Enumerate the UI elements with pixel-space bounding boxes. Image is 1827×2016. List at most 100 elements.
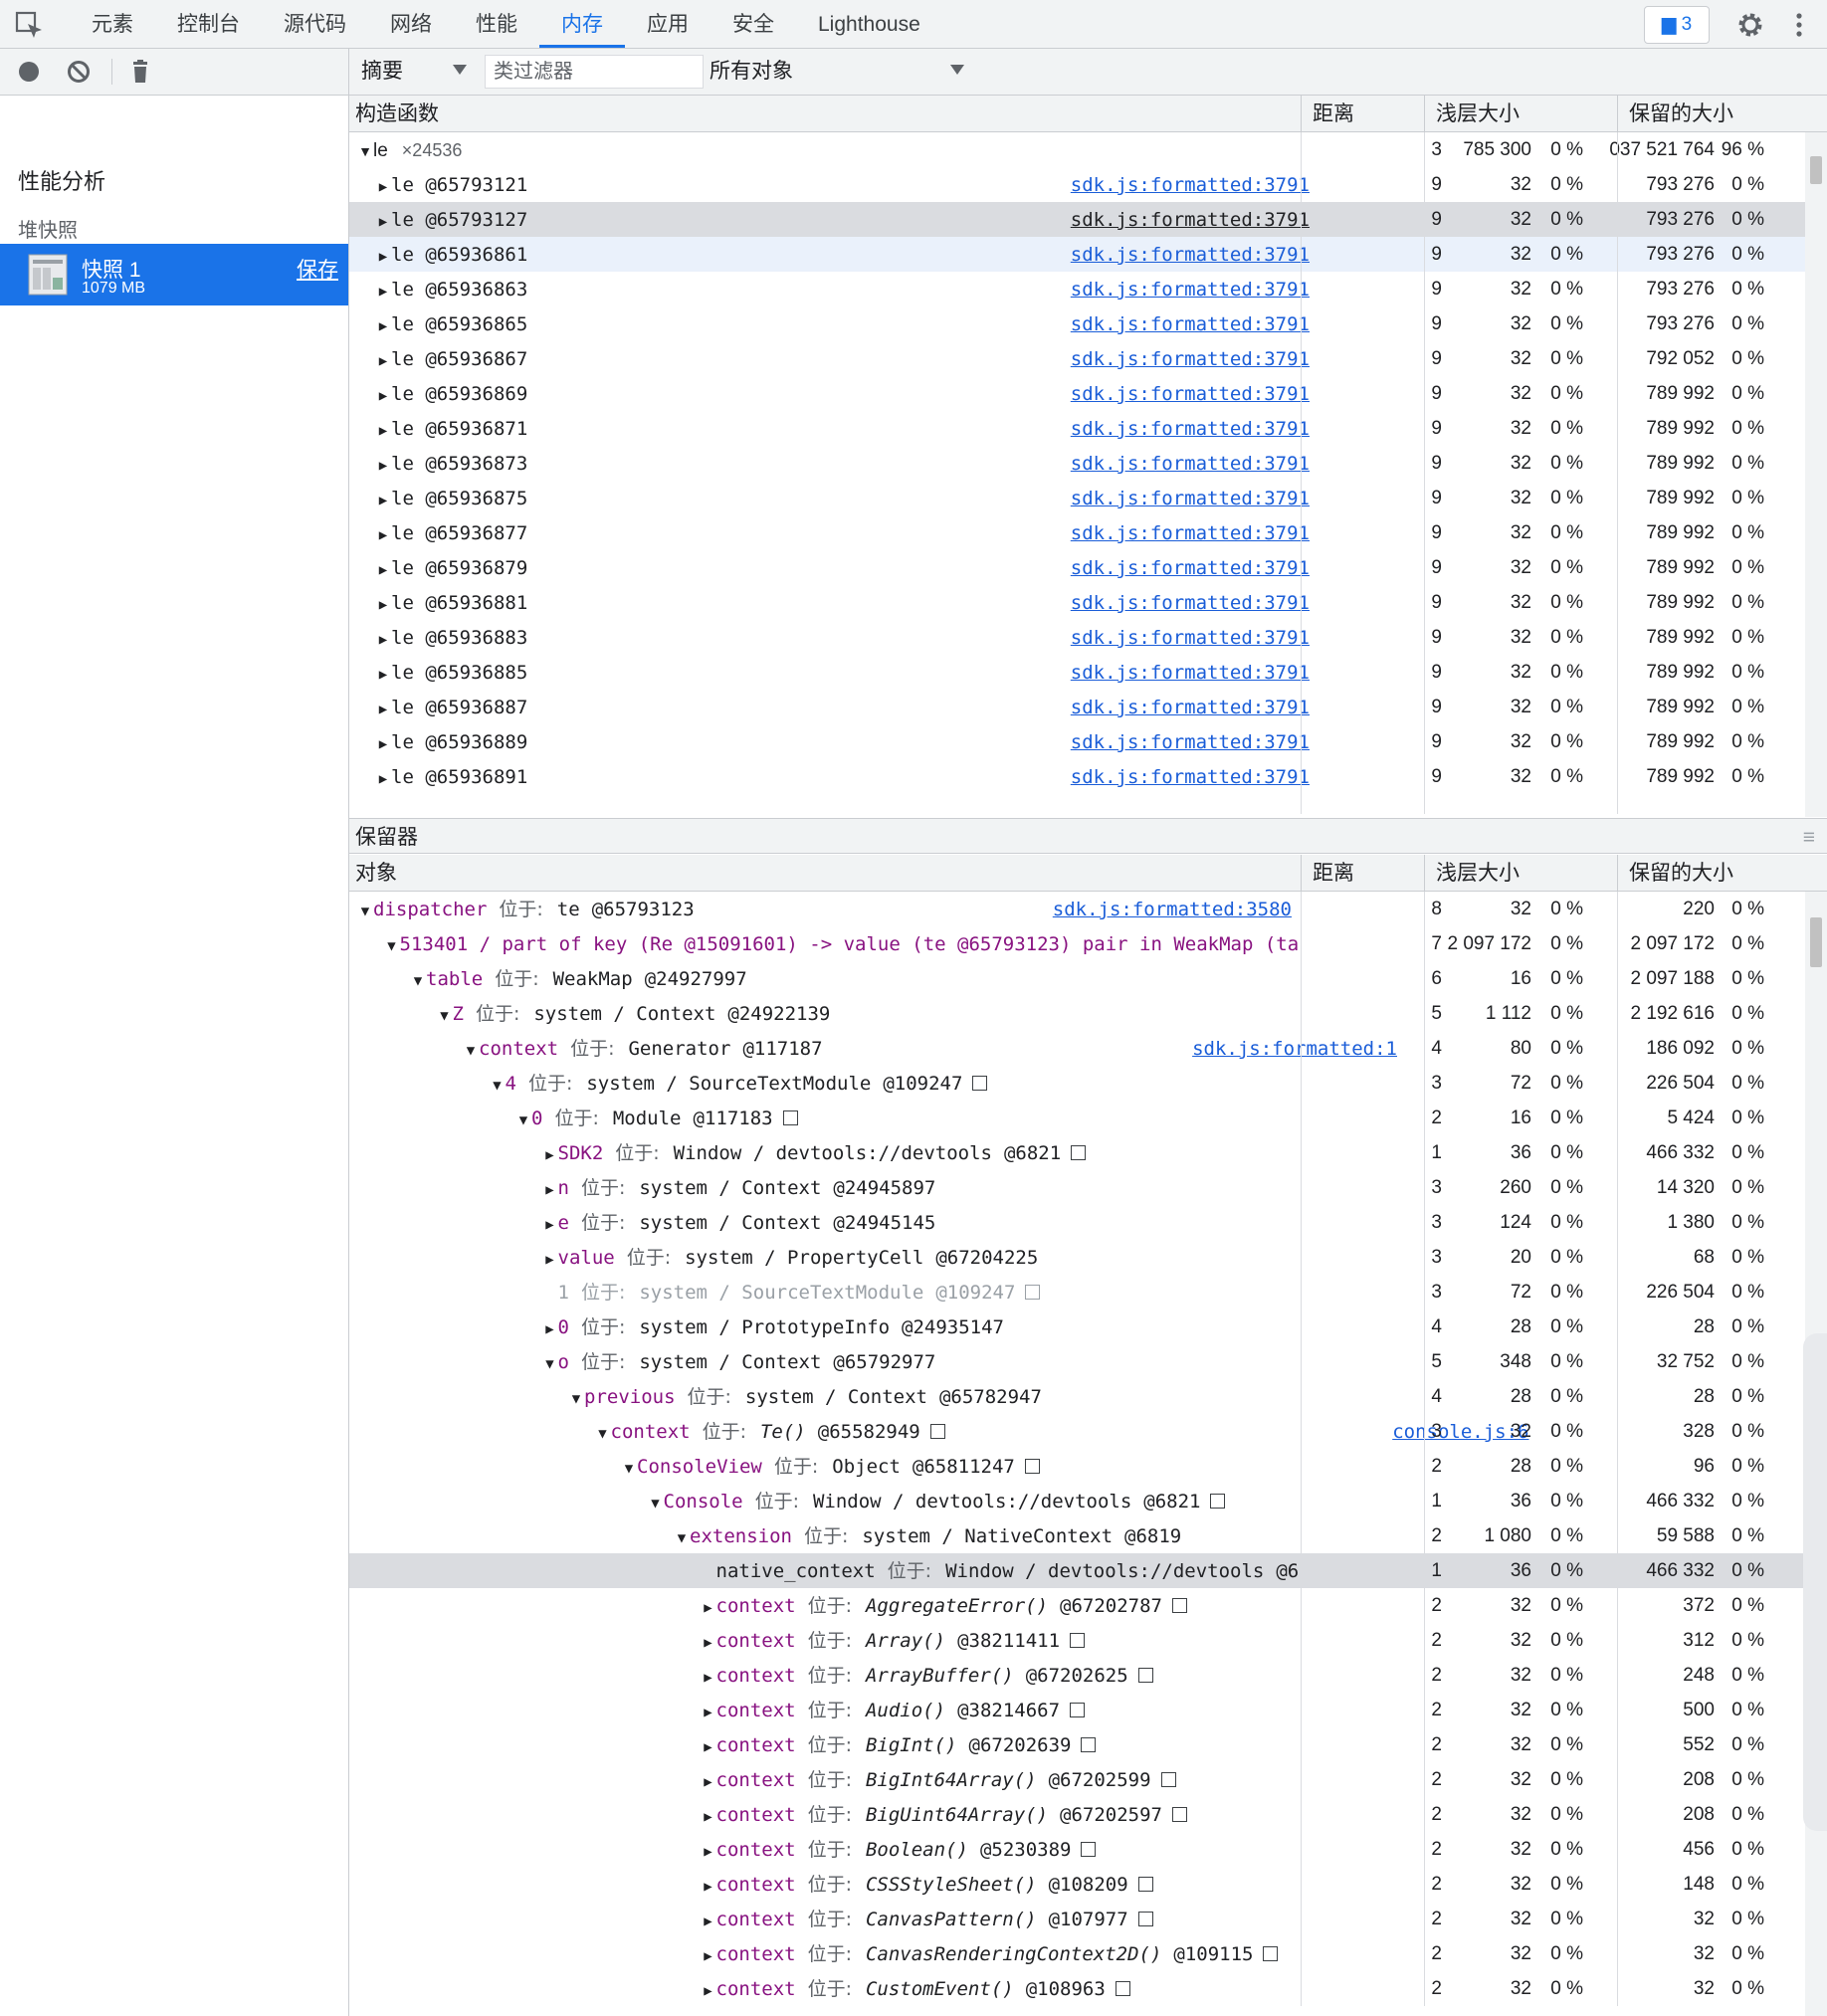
col-retained-size[interactable]: 保留的大小 (1623, 96, 1733, 131)
retainer-row[interactable]: ▶ context 位于: Array() @38211411 2 32 0 % 312 0 % (349, 1623, 1827, 1658)
tab-1[interactable]: 控制台 (155, 0, 262, 48)
source-link[interactable]: sdk.js:formatted:3791 (1071, 655, 1310, 690)
view-select-chevron-down-icon[interactable] (453, 65, 467, 75)
tab-2[interactable]: 源代码 (262, 0, 368, 48)
expand-arrow-icon[interactable]: ▶ (701, 1938, 716, 1971)
table-row-partial[interactable] (349, 794, 1827, 814)
collapse-arrow-icon[interactable]: ▼ (490, 1068, 506, 1101)
retainer-row[interactable]: ▶ n 位于: system / Context @24945897 3 260 0 % 14 … (349, 1170, 1827, 1205)
retainer-row[interactable]: native_context 位于: Window / devtools://dev… (349, 1553, 1827, 1588)
expand-arrow-icon[interactable]: ▶ (542, 1137, 558, 1170)
retainer-row[interactable]: ▶ context 位于: CanvasPattern() @107977 2 32 0 % 3… (349, 1902, 1827, 1936)
collapse-arrow-icon[interactable]: ▼ (357, 894, 373, 926)
source-link[interactable]: sdk.js:formatted:3791 (1071, 376, 1310, 411)
tab-5[interactable]: 内存 (539, 0, 625, 48)
side-assistant-widget[interactable] (1803, 1333, 1827, 1831)
expand-arrow-icon[interactable]: ▶ (375, 483, 391, 515)
gear-icon[interactable] (1733, 8, 1767, 42)
expand-arrow-icon[interactable]: ▶ (701, 1904, 716, 1936)
expand-arrow-icon[interactable]: ▶ (542, 1242, 558, 1275)
store-as-global-icon[interactable] (1137, 1668, 1153, 1683)
retainer-row[interactable]: 1 位于: system / SourceTextModule @109247 3 72 0… (349, 1275, 1827, 1310)
issues-badge[interactable]: ▆ 3 (1644, 6, 1710, 44)
table-row[interactable]: ▶ le @65936869 sdk.js:formatted:3791 9 32 0 %… (349, 376, 1827, 411)
collapse-arrow-icon[interactable]: ▼ (648, 1486, 664, 1518)
source-link[interactable]: sdk.js:formatted:3791 (1071, 481, 1310, 515)
col-distance[interactable]: 距离 (1307, 96, 1354, 131)
expand-arrow-icon[interactable]: ▶ (375, 692, 391, 724)
expand-arrow-icon[interactable]: ▶ (542, 1207, 558, 1240)
expand-arrow-icon[interactable]: ▶ (375, 587, 391, 620)
col-retained-size[interactable]: 保留的大小 (1623, 855, 1733, 891)
table-row[interactable]: ▶ le @65936865 sdk.js:formatted:3791 9 32 0 %… (349, 306, 1827, 341)
expand-arrow-icon[interactable]: ▶ (701, 1590, 716, 1623)
store-as-global-icon[interactable] (1081, 1842, 1097, 1857)
table-row[interactable]: ▶ le @65936889 sdk.js:formatted:3791 9 32 0 %… (349, 724, 1827, 759)
trash-icon[interactable] (125, 57, 155, 87)
source-link[interactable]: sdk.js:formatted:3791 (1071, 237, 1310, 272)
expand-arrow-icon[interactable]: ▶ (375, 448, 391, 481)
col-constructor[interactable]: 构造函数 (349, 96, 439, 131)
store-as-global-icon[interactable] (1024, 1459, 1040, 1474)
table-row[interactable]: ▶ le @65793127 sdk.js:formatted:3791 9 32 0 %… (349, 202, 1827, 237)
store-as-global-icon[interactable] (972, 1076, 988, 1091)
retainer-row[interactable]: ▶ context 位于: BigUint64Array() @67202597 2 32 0… (349, 1797, 1827, 1832)
store-as-global-icon[interactable] (1115, 1981, 1130, 1996)
collapse-arrow-icon[interactable]: ▼ (463, 1033, 479, 1066)
expand-arrow-icon[interactable]: ▶ (375, 308, 391, 341)
store-as-global-icon[interactable] (1071, 1145, 1087, 1160)
expand-arrow-icon[interactable]: ▶ (701, 1869, 716, 1902)
retainer-row[interactable]: ▶ context 位于: CSSStyleSheet() @108209 2 32 0 % 1… (349, 1867, 1827, 1902)
table-row[interactable]: ▶ le @65936881 sdk.js:formatted:3791 9 32 0 %… (349, 585, 1827, 620)
retainer-row[interactable]: ▼ extension 位于: system / NativeContext @6819… (349, 1518, 1827, 1553)
retainer-row[interactable]: ▼ 513401 / part of key (Re @15091601) -> … (349, 926, 1827, 961)
table-row[interactable]: ▶ le @65936863 sdk.js:formatted:3791 9 32 0 %… (349, 272, 1827, 306)
objects-select-chevron-down-icon[interactable] (950, 65, 964, 75)
retainer-row[interactable]: ▶ SDK2 位于: Window / devtools://devtools @682… (349, 1135, 1827, 1170)
expand-arrow-icon[interactable]: ▼ (357, 133, 373, 167)
expand-arrow-icon[interactable]: ▶ (375, 239, 391, 272)
expand-arrow-icon[interactable]: ▶ (701, 1625, 716, 1658)
retainer-row[interactable]: ▶ context 位于: CustomEvent() @108963 2 32 0 % 32 0… (349, 1971, 1827, 2006)
table-row[interactable]: ▶ le @65936871 sdk.js:formatted:3791 9 32 0 %… (349, 411, 1827, 446)
store-as-global-icon[interactable] (1171, 1807, 1187, 1822)
retainer-row[interactable]: ▼ ConsoleView 位于: Object @65811247 2 28 0 % 96 0 … (349, 1449, 1827, 1484)
constructor-group-row[interactable]: ▼le ×24536 3 785 300 0 % 037 521 764 96 % (349, 132, 1827, 167)
expand-arrow-icon[interactable]: ▶ (375, 761, 391, 794)
clear-icon[interactable] (64, 57, 94, 87)
source-link[interactable]: sdk.js:formatted:3791 (1071, 446, 1310, 481)
store-as-global-icon[interactable] (1025, 1285, 1041, 1300)
record-icon[interactable] (14, 57, 44, 87)
retainer-row[interactable]: ▶ context 位于: BigInt64Array() @67202599 2 32 0 … (349, 1762, 1827, 1797)
table-row[interactable]: ▶ le @65936885 sdk.js:formatted:3791 9 32 0 %… (349, 655, 1827, 690)
retainer-row[interactable]: ▶ context 位于: Boolean() @5230389 2 32 0 % 456 0 % (349, 1832, 1827, 1867)
retainer-row[interactable]: ▼ dispatcher 位于: te @65793123 sdk.js:formatte… (349, 892, 1827, 926)
retainer-row[interactable]: ▶ value 位于: system / PropertyCell @67204225 3… (349, 1240, 1827, 1275)
collapse-arrow-icon[interactable]: ▼ (515, 1103, 531, 1135)
table-row[interactable]: ▶ le @65936879 sdk.js:formatted:3791 9 32 0 %… (349, 550, 1827, 585)
expand-arrow-icon[interactable]: ▶ (701, 1660, 716, 1693)
collapse-arrow-icon[interactable]: ▼ (410, 963, 426, 996)
expand-arrow-icon[interactable]: ▶ (542, 1311, 558, 1344)
collapse-arrow-icon[interactable]: ▼ (674, 1520, 690, 1553)
retainer-row[interactable]: ▼ Console 位于: Window / devtools://devtools @… (349, 1484, 1827, 1518)
source-link[interactable]: sdk.js:formatted:3791 (1071, 620, 1310, 655)
collapse-arrow-icon[interactable]: ▼ (542, 1346, 558, 1379)
retainer-row[interactable]: ▼ Z 位于: system / Context @24922139 5 1 112 0 % 2… (349, 996, 1827, 1031)
store-as-global-icon[interactable] (1263, 1946, 1279, 1961)
expand-arrow-icon[interactable]: ▶ (375, 517, 391, 550)
store-as-global-icon[interactable] (782, 1110, 798, 1125)
source-link[interactable]: sdk.js:formatted:3791 (1071, 550, 1310, 585)
table-row[interactable]: ▶ le @65936867 sdk.js:formatted:3791 9 32 0 %… (349, 341, 1827, 376)
snapshot-item[interactable]: 快照 1 1079 MB 保存 (0, 244, 348, 305)
store-as-global-icon[interactable] (1070, 1633, 1086, 1648)
retainer-row[interactable]: ▶ context 位于: AggregateError() @67202787 2 32 0… (349, 1588, 1827, 1623)
expand-arrow-icon[interactable]: ▶ (375, 413, 391, 446)
tab-6[interactable]: 应用 (625, 0, 710, 48)
expand-arrow-icon[interactable]: ▶ (375, 726, 391, 759)
collapse-arrow-icon[interactable]: ▼ (621, 1451, 637, 1484)
tab-7[interactable]: 安全 (710, 0, 796, 48)
tab-0[interactable]: 元素 (70, 0, 155, 48)
expand-arrow-icon[interactable]: ▶ (375, 657, 391, 690)
store-as-global-icon[interactable] (1210, 1494, 1226, 1509)
